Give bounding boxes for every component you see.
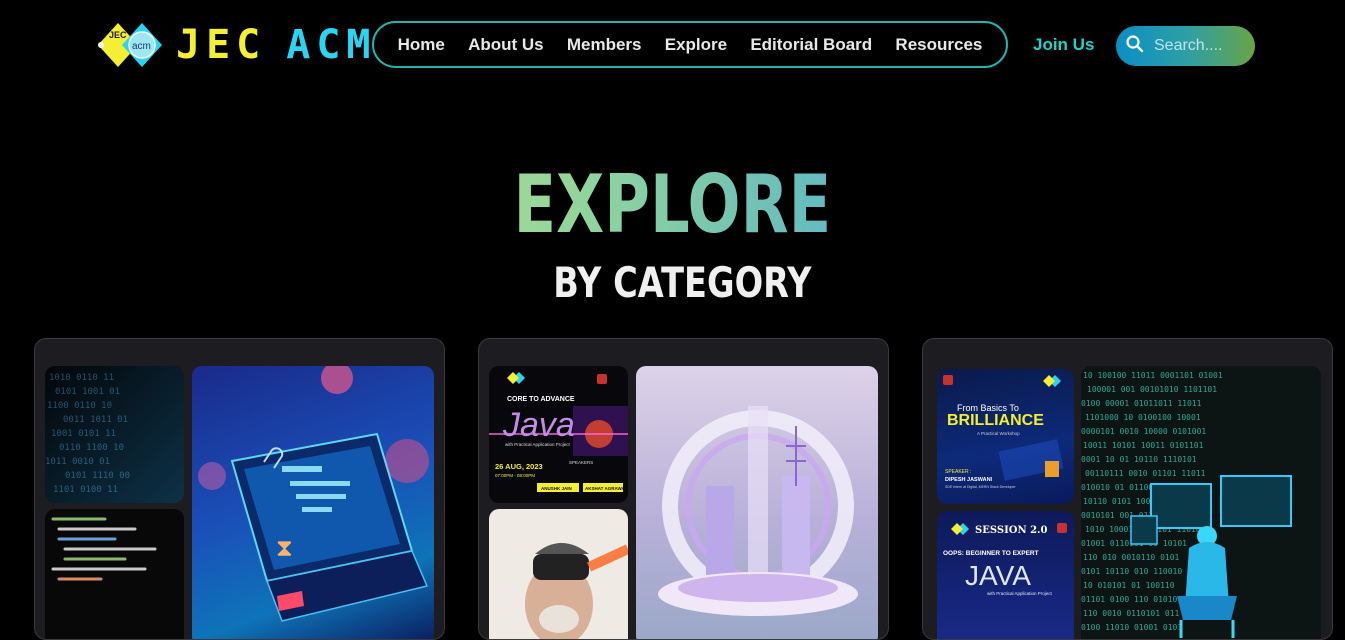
svg-text:0001 10 01 10110 1110101: 0001 10 01 10110 1110101	[1081, 455, 1197, 464]
nav-about-us[interactable]: About Us	[468, 35, 544, 55]
svg-text:0101 10110 010 110010: 0101 10110 010 110010	[1081, 567, 1182, 576]
futuristic-structure-image[interactable]	[636, 366, 878, 639]
java-poster-date: 26 AUG, 2023	[495, 462, 543, 471]
svg-text:0100 11010 01001 0101: 0100 11010 01001 0101	[1081, 623, 1182, 632]
brilliance-poster-speaker-label: SPEAKER :	[945, 469, 971, 475]
session-poster-heading: SESSION 2.0	[975, 525, 1048, 536]
java-workshop-poster[interactable]: CORE TO ADVANCE Java with Practical Appl…	[489, 366, 628, 503]
vr-person-image[interactable]	[489, 509, 628, 639]
code-matrix-image[interactable]: 1010 0110 11 0101 1001 01 1100 0110 10 001…	[45, 366, 184, 503]
svg-text:110 010 0010110 0101: 110 010 0010110 0101	[1083, 553, 1180, 562]
brilliance-poster-subtitle: A Practical Workshop	[977, 431, 1020, 436]
java-poster-subtitle: with Practical Application Project	[505, 442, 571, 447]
svg-text:10 010101 01 100110: 10 010101 01 100110	[1083, 581, 1175, 590]
svg-text:01101 0100 110 01010: 01101 0100 110 01010	[1081, 595, 1178, 604]
svg-text:00110111 0010 01101 11011: 00110111 0010 01101 11011	[1085, 469, 1206, 478]
logo-acm-text: acm	[132, 41, 151, 52]
brand-name-part1: JEC	[176, 22, 267, 68]
svg-text:1101000 10 0100100 10001: 1101000 10 0100100 10001	[1085, 413, 1201, 422]
top-navbar: JEC acm JEC ACM Home About Us Members Ex…	[0, 0, 1345, 92]
code-editor-image[interactable]	[45, 509, 184, 639]
svg-text:100001 001 00101010 1101101: 100001 001 00101010 1101101	[1087, 385, 1217, 394]
brand-name-part2: ACM	[286, 22, 377, 68]
java-poster-speaker2: AKSHAT AGRAWAL	[585, 486, 628, 491]
java-poster-title: Java	[502, 406, 575, 444]
category-card-2[interactable]: CORE TO ADVANCE Java with Practical Appl…	[478, 338, 889, 640]
session-poster-sub: OOPS: BEGINNER TO EXPERT	[943, 550, 1039, 557]
brand-name: JEC ACM	[176, 22, 377, 68]
binary-programmer-illustration[interactable]: 10 100100 11011 0001101 01001 100001 001…	[1081, 366, 1321, 639]
brand-logo[interactable]: JEC acm JEC ACM	[96, 20, 377, 70]
nav-resources[interactable]: Resources	[895, 35, 982, 55]
nav-editorial-board[interactable]: Editorial Board	[750, 35, 872, 55]
acm-diamond-logo-icon: JEC acm	[96, 20, 166, 70]
svg-text:0100 00001 01011011 11011: 0100 00001 01011011 11011	[1081, 399, 1202, 408]
brilliance-poster-speaker-role: SDE Intern at Digital, MERN Stack Develo…	[945, 485, 1016, 489]
java-poster-speakers-label: SPEAKERS	[569, 460, 593, 465]
category-card-1[interactable]: 1010 0110 11 0101 1001 01 1100 0110 10 001…	[34, 338, 445, 640]
java-poster-heading: CORE TO ADVANCE	[507, 396, 575, 403]
svg-text:10011 10101 10011 0101101: 10011 10101 10011 0101101	[1083, 441, 1204, 450]
java-session-poster[interactable]: SESSION 2.0 OOPS: BEGINNER TO EXPERT JAV…	[937, 511, 1074, 639]
svg-text:10 100100 11011 0001101 01001: 10 100100 11011 0001101 01001	[1083, 371, 1223, 380]
session-poster-tagline: with Practical Application Project	[987, 591, 1053, 596]
svg-text:110 0010 0110101 011: 110 0010 0110101 011	[1083, 609, 1180, 618]
svg-text:⧗: ⧗	[276, 534, 293, 562]
brilliance-poster-speaker-name: DIPESH JASWANI	[945, 477, 993, 483]
brilliance-poster-title: BRILLIANCE	[947, 412, 1044, 429]
search-icon[interactable]	[1126, 35, 1144, 57]
brilliance-workshop-poster[interactable]: From Basics To BRILLIANCE A Practical Wo…	[937, 369, 1074, 504]
category-card-3[interactable]: From Basics To BRILLIANCE A Practical Wo…	[922, 338, 1333, 640]
hero-subtitle: BY CATEGORY	[553, 258, 812, 307]
session-poster-title: JAVA	[965, 560, 1031, 591]
hero-title: EXPLORE	[148, 160, 1197, 250]
search-box[interactable]	[1116, 26, 1255, 66]
nav-explore[interactable]: Explore	[665, 35, 727, 55]
java-poster-time: 07:00PM - 08:00PM	[495, 473, 535, 478]
nav-home[interactable]: Home	[398, 35, 445, 55]
java-poster-speaker1: ANUSHK JAIN	[541, 486, 572, 491]
main-menu: Home About Us Members Explore Editorial …	[372, 21, 1008, 68]
nav-members[interactable]: Members	[567, 35, 642, 55]
logo-jec-text: JEC	[109, 30, 127, 40]
laptop-illustration-image[interactable]: ⧗	[192, 366, 434, 639]
join-us-link[interactable]: Join Us	[1033, 35, 1094, 55]
search-input[interactable]	[1152, 36, 1251, 56]
svg-text:0000101 0010 10000 0101001: 0000101 0010 10000 0101001	[1081, 427, 1206, 436]
